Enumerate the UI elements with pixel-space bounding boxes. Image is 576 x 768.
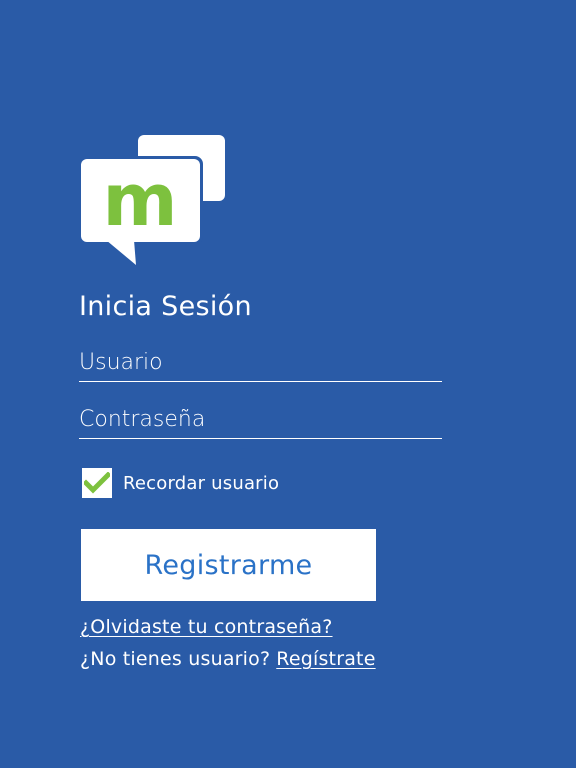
chat-bubbles-logo-icon: m bbox=[80, 135, 225, 265]
password-input[interactable] bbox=[79, 401, 442, 438]
register-button[interactable]: Registrarme bbox=[81, 529, 376, 601]
username-field-container bbox=[79, 344, 442, 382]
forgot-password-link[interactable]: ¿Olvidaste tu contraseña? bbox=[80, 616, 333, 638]
logo-letter: m bbox=[102, 158, 177, 242]
signup-row: ¿No tienes usuario? Regístrate bbox=[80, 648, 376, 670]
signup-prompt: ¿No tienes usuario? bbox=[80, 648, 271, 670]
signup-link[interactable]: Regístrate bbox=[276, 648, 375, 670]
app-logo: m bbox=[80, 135, 226, 267]
username-input[interactable] bbox=[79, 344, 442, 381]
checkmark-icon bbox=[84, 472, 110, 494]
password-field-container bbox=[79, 401, 442, 439]
page-title: Inicia Sesión bbox=[79, 291, 252, 322]
remember-user-row: Recordar usuario bbox=[82, 468, 279, 498]
remember-user-checkbox[interactable] bbox=[82, 468, 112, 498]
remember-user-label: Recordar usuario bbox=[123, 472, 280, 494]
